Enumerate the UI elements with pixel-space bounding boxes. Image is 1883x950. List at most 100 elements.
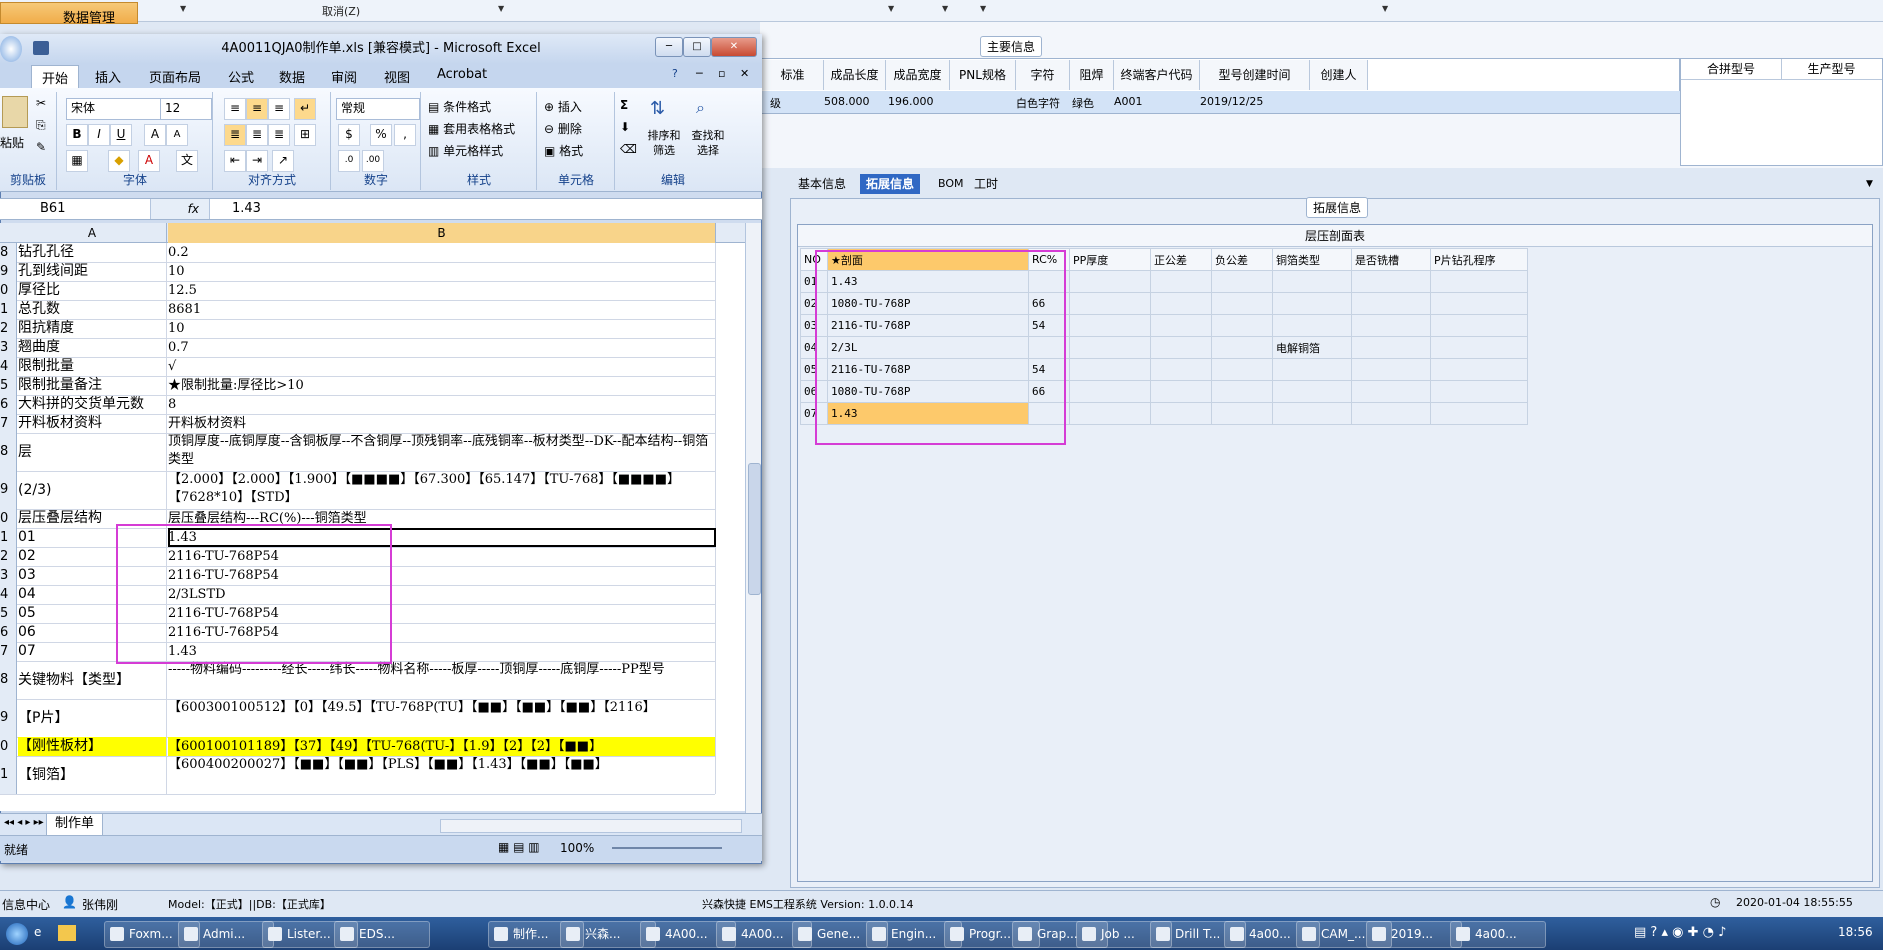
row-number[interactable]: 5 bbox=[0, 376, 17, 395]
decrease-indent-icon[interactable]: ⇤ bbox=[224, 150, 246, 172]
folder-icon[interactable] bbox=[58, 925, 76, 941]
chevron-down-icon[interactable]: ▼ bbox=[1860, 174, 1879, 194]
col-header[interactable]: 正公差 bbox=[1150, 248, 1212, 271]
cell-a[interactable]: 限制批量备注 bbox=[18, 376, 167, 395]
cell[interactable] bbox=[1211, 358, 1273, 381]
col-header[interactable]: 型号创建时间 bbox=[1200, 60, 1310, 90]
cell[interactable] bbox=[1211, 336, 1273, 359]
format-cells-button[interactable]: ▣ 格式 bbox=[544, 142, 583, 159]
ie-icon[interactable]: e bbox=[34, 925, 41, 939]
cancel-menu[interactable]: 取消(Z) bbox=[322, 3, 360, 19]
column-header-a[interactable]: A bbox=[18, 223, 167, 243]
row-number[interactable]: 1 bbox=[0, 528, 17, 547]
row-number[interactable]: 3 bbox=[0, 566, 17, 585]
col-header[interactable]: PNL规格 bbox=[950, 60, 1016, 90]
tab-bom[interactable]: BOM bbox=[932, 174, 970, 194]
cell[interactable] bbox=[1351, 314, 1431, 337]
tab-worktime[interactable]: 工时 bbox=[968, 174, 1004, 194]
tab-data[interactable]: 数据 bbox=[279, 67, 305, 86]
cell-b[interactable]: 0.7 bbox=[168, 338, 716, 357]
cell[interactable] bbox=[1430, 314, 1528, 337]
cell[interactable] bbox=[1351, 402, 1431, 425]
col-header[interactable]: 终端客户代码 bbox=[1114, 60, 1200, 90]
formula-input[interactable]: 1.43 bbox=[232, 201, 261, 216]
cell[interactable] bbox=[1150, 380, 1212, 403]
italic-icon[interactable]: I bbox=[88, 124, 110, 146]
comma-icon[interactable]: , bbox=[394, 124, 416, 146]
cell-b[interactable]: 【600400200027】【■■】【■■】【PLS】【■■】【1.43】【■■… bbox=[168, 756, 716, 794]
shrink-font-icon[interactable]: A bbox=[166, 124, 188, 146]
row-number[interactable]: 2 bbox=[0, 547, 17, 566]
format-painter-icon[interactable]: ✎ bbox=[36, 140, 46, 154]
cell-a[interactable]: 限制批量 bbox=[18, 357, 167, 376]
name-box[interactable]: B61 bbox=[40, 201, 140, 218]
tab-view[interactable]: 视图 bbox=[384, 67, 410, 86]
col-header[interactable]: 字符 bbox=[1016, 60, 1070, 90]
start-icon[interactable] bbox=[6, 923, 28, 945]
sheet-nav-icon[interactable]: ◂◂ ◂ ▸ ▸▸ bbox=[4, 817, 44, 828]
tab-basic-info[interactable]: 基本信息 bbox=[792, 174, 852, 194]
col-header[interactable]: 创建人 bbox=[1310, 60, 1368, 90]
sort-filter-button[interactable]: 排序和筛选 bbox=[644, 128, 684, 158]
cell[interactable] bbox=[1069, 336, 1151, 359]
grow-font-icon[interactable]: A bbox=[144, 124, 166, 146]
col-header[interactable]: 合拼型号 bbox=[1681, 59, 1782, 80]
col-header[interactable]: P片钻孔程序 bbox=[1430, 248, 1528, 271]
cell-a[interactable]: (2/3) bbox=[18, 471, 167, 509]
cell[interactable] bbox=[1150, 292, 1212, 315]
font-name-combo[interactable]: 宋体 bbox=[66, 98, 162, 120]
cell[interactable] bbox=[1069, 380, 1151, 403]
cell[interactable] bbox=[1150, 270, 1212, 293]
data-management-button[interactable]: 数据管理 bbox=[0, 2, 138, 26]
col-header[interactable]: 负公差 bbox=[1211, 248, 1273, 271]
cell-b[interactable]: √ bbox=[168, 357, 716, 376]
cell[interactable] bbox=[1272, 402, 1352, 425]
sheet-row[interactable]: 1 总孔数 8681 bbox=[0, 300, 716, 320]
cell[interactable] bbox=[1430, 336, 1528, 359]
tab-page-layout[interactable]: 页面布局 bbox=[149, 67, 201, 86]
office-button-icon[interactable] bbox=[0, 36, 22, 62]
fill-icon[interactable]: ⬇ bbox=[620, 120, 630, 134]
cell-b[interactable]: ★限制批量:厚径比>10 bbox=[168, 376, 716, 395]
cell[interactable] bbox=[1272, 314, 1352, 337]
cell-b[interactable]: 【600100101189】【37】【49】【TU-768(TU-】【1.9】【… bbox=[168, 737, 716, 756]
chevron-down-icon[interactable]: ▼ bbox=[498, 4, 504, 13]
sheet-row[interactable]: 7 开料板材资料 开料板材资料 bbox=[0, 414, 716, 434]
col-header[interactable]: 是否铣槽 bbox=[1351, 248, 1431, 271]
col-header[interactable]: 成品宽度 bbox=[886, 60, 950, 90]
sheet-row[interactable]: 9 【P片】 【600300100512】【0】【49.5】【TU-768P(TU】… bbox=[0, 699, 716, 738]
row-number[interactable]: 9 bbox=[0, 262, 17, 281]
row-number[interactable]: 2 bbox=[0, 319, 17, 338]
chevron-down-icon[interactable]: ▼ bbox=[942, 4, 948, 13]
row-number[interactable]: 3 bbox=[0, 338, 17, 357]
cell[interactable] bbox=[1150, 402, 1212, 425]
cell[interactable] bbox=[1351, 358, 1431, 381]
increase-indent-icon[interactable]: ⇥ bbox=[246, 150, 268, 172]
cell[interactable] bbox=[1069, 402, 1151, 425]
row-number[interactable]: 7 bbox=[0, 642, 17, 661]
cell-a[interactable]: 大料拼的交货单元数 bbox=[18, 395, 167, 414]
sheet-row[interactable]: 2 阻抗精度 10 bbox=[0, 319, 716, 339]
tray-icons[interactable]: ▤ ? ▴ ◉ ✚ ◔ ♪ bbox=[1634, 925, 1726, 940]
cell[interactable] bbox=[1272, 292, 1352, 315]
cell[interactable] bbox=[1069, 292, 1151, 315]
scroll-thumb[interactable] bbox=[748, 463, 761, 595]
cut-icon[interactable]: ✂ bbox=[36, 96, 46, 110]
copy-icon[interactable]: ⎘ bbox=[36, 118, 46, 133]
tab-extended-info[interactable]: 拓展信息 bbox=[860, 174, 921, 194]
view-buttons-icon[interactable]: ▦ ▤ ▥ bbox=[498, 840, 540, 854]
close-icon[interactable]: ✕ bbox=[711, 37, 757, 57]
vertical-scrollbar[interactable] bbox=[745, 223, 761, 813]
cell[interactable] bbox=[1430, 358, 1528, 381]
binoculars-icon[interactable]: ⌕ bbox=[696, 98, 705, 118]
cell-b[interactable]: 10 bbox=[168, 319, 716, 338]
row-number[interactable]: 6 bbox=[0, 395, 17, 414]
cell[interactable] bbox=[1430, 292, 1528, 315]
info-center[interactable]: 信息中心 bbox=[2, 896, 50, 913]
cell-b[interactable]: 12.5 bbox=[168, 281, 716, 300]
row-number[interactable]: 4 bbox=[0, 357, 17, 376]
cell-a[interactable]: 【刚性板材】 bbox=[18, 737, 167, 756]
cell[interactable] bbox=[1211, 402, 1273, 425]
taskbar-item[interactable]: 2019... bbox=[1366, 921, 1462, 948]
horizontal-scrollbar[interactable] bbox=[440, 819, 742, 833]
